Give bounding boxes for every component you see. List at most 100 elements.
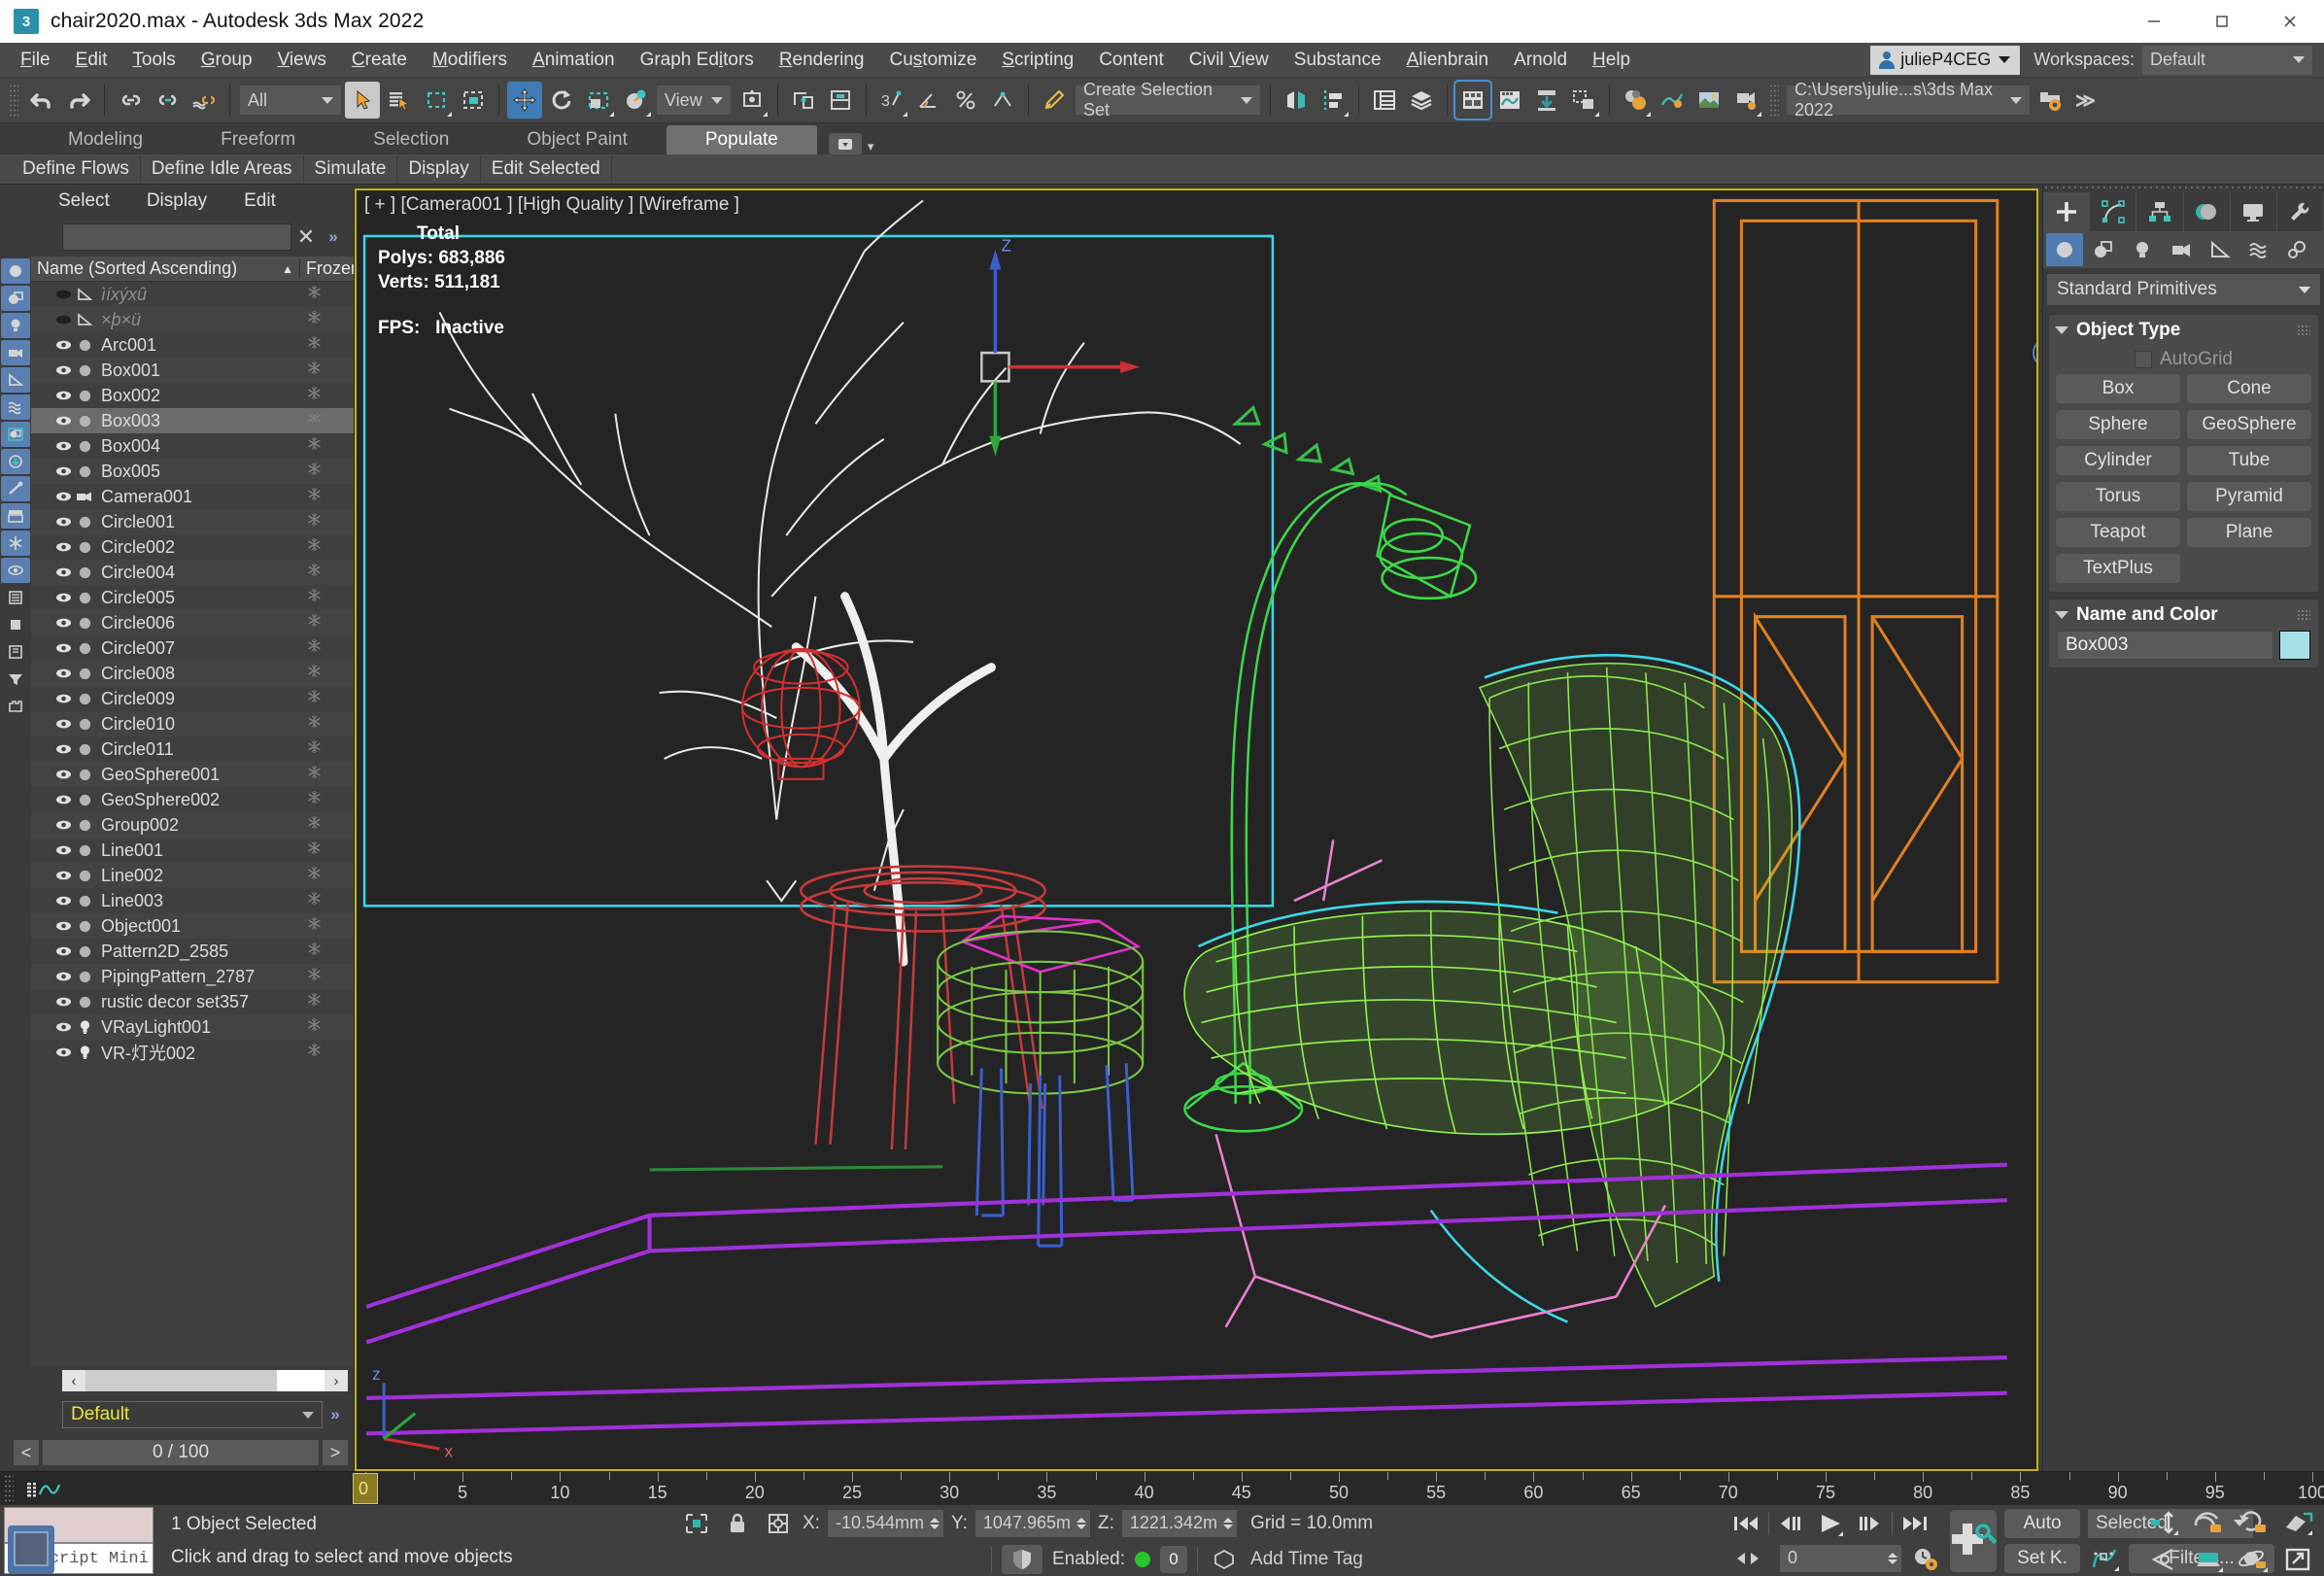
scene-explorer-row[interactable]: Circle006: [31, 610, 354, 635]
viewport-scene-render[interactable]: Z z x: [357, 190, 2036, 1469]
scene-explorer-row[interactable]: Box005: [31, 459, 354, 484]
frozen-toggle-icon[interactable]: [299, 765, 354, 784]
frozen-toggle-icon[interactable]: [299, 360, 354, 380]
visibility-toggle-icon[interactable]: [52, 1045, 74, 1059]
mirror-button[interactable]: [1279, 82, 1314, 119]
visibility-toggle-icon[interactable]: [52, 363, 74, 377]
menu-graph-editors[interactable]: Graph Editors: [628, 43, 767, 78]
select-and-manipulate-button[interactable]: [823, 82, 858, 119]
command-tab-modify[interactable]: [2090, 192, 2137, 231]
prev-frame-button[interactable]: <: [14, 1440, 39, 1465]
security-shield-icon[interactable]: [1002, 1544, 1042, 1574]
scene-explorer-row[interactable]: Line001: [31, 838, 354, 863]
redo-button[interactable]: [61, 82, 96, 119]
scene-explorer-row[interactable]: Pattern2D_2585: [31, 939, 354, 964]
timeline-ruler[interactable]: 5 10 15 20 25 30 35 40 45 50 55 60 65 70 75 80 85 90 95 100…: [0, 1471, 2324, 1504]
undo-button[interactable]: [24, 82, 59, 119]
time-configuration-icon[interactable]: [1909, 1544, 1942, 1573]
ribbon-minimize-dropdown[interactable]: [828, 133, 862, 154]
visibility-toggle-icon[interactable]: [52, 641, 74, 655]
filter-groups-icon[interactable]: [1, 422, 30, 447]
set-key-toggle-button[interactable]: Set K.: [2004, 1543, 2080, 1573]
scene-explorer-row[interactable]: Box002: [31, 383, 354, 408]
z-spinner[interactable]: [1222, 1517, 1233, 1529]
camera001-viewport[interactable]: Z z x [+] [Camera001] [High Quality]…: [355, 188, 2038, 1471]
create-sphere-button[interactable]: Sphere: [2055, 409, 2181, 440]
menu-animation[interactable]: Animation: [520, 43, 628, 78]
frozen-toggle-icon[interactable]: [299, 335, 354, 355]
frozen-toggle-icon[interactable]: [299, 613, 354, 633]
named-selection-set-select[interactable]: Create Selection Set: [1076, 80, 1260, 120]
command-tab-utilities[interactable]: [2277, 192, 2324, 231]
scroll-right-button[interactable]: ›: [325, 1370, 348, 1391]
scene-explorer-row[interactable]: Arc001: [31, 332, 354, 358]
select-by-name-button[interactable]: [382, 82, 417, 119]
filter-helpers-icon[interactable]: [1, 367, 30, 393]
selection-filter-select[interactable]: All: [240, 86, 341, 115]
frozen-toggle-icon[interactable]: [299, 664, 354, 683]
toolbar-grip-right[interactable]: [1769, 84, 1779, 117]
visibility-toggle-icon[interactable]: [52, 944, 74, 958]
filter-shapes-icon[interactable]: [1, 286, 30, 311]
align-button[interactable]: [1316, 82, 1350, 119]
visibility-toggle-icon[interactable]: [52, 692, 74, 705]
primitive-category-select[interactable]: Standard Primitives: [2047, 274, 2320, 305]
visibility-toggle-icon[interactable]: [52, 894, 74, 908]
scene-explorer-row[interactable]: Circle010: [31, 711, 354, 737]
orbit-view-icon[interactable]: [2237, 1545, 2270, 1574]
zoom-icon[interactable]: [2147, 1508, 2180, 1537]
visibility-toggle-icon[interactable]: [52, 338, 74, 352]
scene-explorer-row[interactable]: Line003: [31, 888, 354, 913]
ribbon-simulate-button[interactable]: Simulate: [304, 155, 398, 183]
autogrid-checkbox[interactable]: [2135, 351, 2152, 368]
menu-customize[interactable]: Customize: [877, 43, 990, 78]
name-and-color-rollout-header[interactable]: Name and Color: [2049, 600, 2318, 631]
filter-lights-icon[interactable]: [1, 313, 30, 338]
snaps-toggle-button[interactable]: 3: [874, 82, 909, 119]
menu-content[interactable]: Content: [1086, 43, 1177, 78]
scene-explorer-row[interactable]: Circle002: [31, 534, 354, 560]
maximize-viewport-icon[interactable]: [2281, 1545, 2314, 1574]
close-button[interactable]: [2256, 0, 2324, 43]
zoom-region-icon[interactable]: [2281, 1508, 2314, 1537]
ribbon-edit-selected-button[interactable]: Edit Selected: [481, 155, 612, 183]
absolute-relative-toggle-icon[interactable]: [762, 1509, 795, 1538]
display-properties-icon[interactable]: [1, 639, 30, 665]
frozen-toggle-icon[interactable]: [299, 487, 354, 506]
create-tube-button[interactable]: Tube: [2186, 445, 2312, 476]
menu-rendering[interactable]: Rendering: [767, 43, 877, 78]
menu-create[interactable]: Create: [339, 43, 420, 78]
scene-explorer-row[interactable]: ìíxýxû: [31, 282, 354, 307]
frame-spinner[interactable]: [1888, 1552, 1897, 1564]
menu-file[interactable]: File: [8, 43, 63, 78]
scroll-left-button[interactable]: ‹: [62, 1370, 85, 1391]
unlink-selection-icon[interactable]: [150, 82, 185, 119]
workspace-select[interactable]: Default: [2142, 45, 2312, 75]
frozen-toggle-icon[interactable]: [299, 1043, 354, 1062]
scene-explorer-expand-icon[interactable]: »: [321, 227, 346, 247]
menu-tools[interactable]: Tools: [120, 43, 188, 78]
create-teapot-button[interactable]: Teapot: [2055, 517, 2181, 548]
add-time-tag-button[interactable]: Add Time Tag: [1250, 1549, 1363, 1570]
filter-toolbar-icon[interactable]: [1, 694, 30, 719]
visibility-toggle-icon[interactable]: [52, 843, 74, 857]
command-tab-display[interactable]: [2231, 192, 2277, 231]
object-name-input[interactable]: Box003: [2057, 631, 2273, 660]
object-type-rollout-header[interactable]: Object Type: [2049, 315, 2318, 346]
visibility-toggle-icon[interactable]: [52, 439, 74, 453]
create-cylinder-button[interactable]: Cylinder: [2055, 445, 2181, 476]
select-and-link-icon[interactable]: [113, 82, 148, 119]
minimize-button[interactable]: [2120, 0, 2188, 43]
ribbon-tab-selection[interactable]: Selection: [334, 125, 488, 154]
selection-lock-toggle-icon[interactable]: [721, 1509, 754, 1538]
visibility-toggle-icon[interactable]: [52, 540, 74, 554]
current-frame-field[interactable]: 0: [1780, 1544, 1901, 1572]
ribbon-display-button[interactable]: Display: [397, 155, 481, 183]
frozen-toggle-icon[interactable]: [299, 790, 354, 809]
layer-expand-icon[interactable]: »: [323, 1405, 348, 1424]
menu-help[interactable]: Help: [1580, 43, 1643, 78]
play-animation-button[interactable]: [1814, 1509, 1847, 1538]
field-of-view-icon[interactable]: [2147, 1545, 2180, 1574]
visibility-toggle-icon[interactable]: [52, 288, 74, 301]
frozen-toggle-icon[interactable]: [299, 815, 354, 835]
